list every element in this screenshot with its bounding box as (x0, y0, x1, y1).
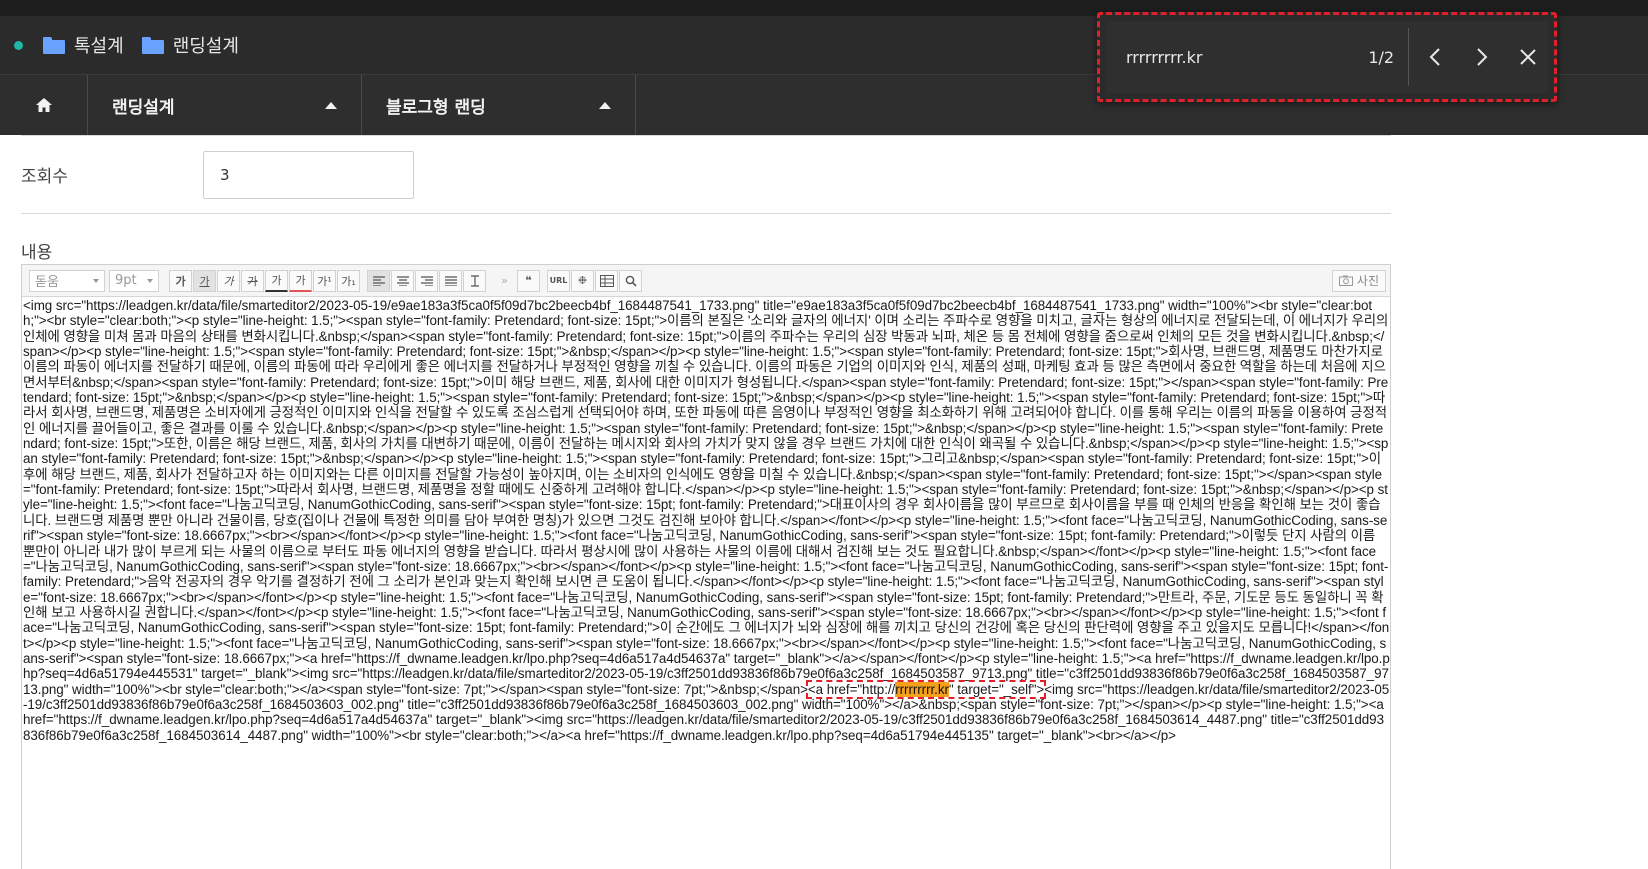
table-button[interactable] (595, 269, 618, 292)
photo-upload-button[interactable]: 사진 (1331, 269, 1386, 292)
divider (1408, 28, 1410, 86)
align-justify-icon (444, 275, 457, 286)
breadcrumb-label: 랜딩설계 (172, 36, 239, 57)
special-char-button[interactable]: ❉ (571, 269, 594, 292)
search-match-outline: <a href="http://rrrrrrrrr.kr" target="_s… (805, 679, 1047, 699)
line-height-button[interactable] (463, 269, 486, 292)
bold-button[interactable]: 가 (169, 269, 192, 292)
table-icon (599, 274, 614, 287)
home-icon (35, 98, 52, 112)
caret-up-icon (325, 101, 337, 109)
search-icon (625, 275, 637, 287)
find-close-button[interactable] (1508, 35, 1548, 79)
background-color-button[interactable]: 가 (289, 269, 312, 292)
find-in-page-bar: rrrrrrrrr.kr 1/2 (1097, 12, 1557, 102)
strikethrough-button[interactable]: 가 (241, 269, 264, 292)
align-justify-button[interactable] (439, 269, 462, 292)
dropdown-arrow-icon (93, 278, 99, 283)
font-size-value: 9pt (115, 273, 137, 288)
line-height-icon (470, 274, 479, 287)
chevron-right-icon (1476, 48, 1487, 66)
menu-dropdown-blog-landing[interactable]: 블로그형 랜딩 (362, 75, 636, 135)
breadcrumb-item-tok-design[interactable]: 톡설계 (43, 32, 124, 58)
subscript-button[interactable]: 가₁ (337, 269, 360, 292)
views-label: 조회수 (21, 167, 68, 187)
photo-label: 사진 (1356, 274, 1379, 288)
folder-icon (43, 36, 65, 54)
dropdown-arrow-icon (147, 278, 153, 283)
more-icon[interactable]: » (493, 270, 516, 292)
breadcrumb-label: 톡설계 (74, 36, 124, 57)
home-button[interactable] (0, 75, 88, 135)
font-size-select[interactable]: 9pt (109, 269, 159, 292)
source-text: <img src="https://leadgen.kr/data/file/s… (23, 298, 1392, 697)
italic-button[interactable]: 가 (217, 269, 240, 292)
align-left-icon (372, 275, 385, 286)
editor-toolbar: 돋움 9pt 가 가 가 가 가 가 가¹ 가₁ » ❝ URL ❉ 사진 (22, 265, 1390, 297)
search-match-highlight: rrrrrrrrr.kr (895, 681, 949, 697)
camera-icon (1338, 275, 1353, 286)
font-family-value: 돋움 (35, 275, 59, 290)
find-next-button[interactable] (1461, 35, 1501, 79)
font-family-select[interactable]: 돋움 (29, 269, 105, 292)
breadcrumb-item-landing-design[interactable]: 랜딩설계 (141, 32, 239, 58)
find-replace-button[interactable] (619, 269, 642, 292)
content-label: 내용 (21, 243, 53, 263)
editor-source-area[interactable]: <img src="https://leadgen.kr/data/file/s… (22, 297, 1390, 743)
html-editor: 돋움 9pt 가 가 가 가 가 가 가¹ 가₁ » ❝ URL ❉ 사진 <i… (21, 264, 1391, 869)
align-left-button[interactable] (367, 269, 390, 292)
views-input[interactable]: 3 (203, 150, 414, 199)
dropdown-label: 랜딩설계 (112, 97, 175, 118)
source-text: " target="_self"> (948, 681, 1045, 697)
align-right-icon (420, 275, 433, 286)
chevron-left-icon (1429, 48, 1440, 66)
find-input[interactable]: rrrrrrrrr.kr (1106, 48, 1328, 67)
align-center-icon (396, 275, 409, 286)
find-previous-button[interactable] (1415, 35, 1455, 79)
dropdown-label: 블로그형 랜딩 (386, 97, 486, 118)
caret-up-icon (599, 101, 611, 109)
align-right-button[interactable] (415, 269, 438, 292)
form-content: 조회수 3 내용 (21, 135, 1391, 263)
quote-button[interactable]: ❝ (517, 269, 540, 292)
superscript-button[interactable]: 가¹ (313, 269, 336, 292)
close-icon (1520, 49, 1536, 65)
find-match-count: 1/2 (1368, 47, 1395, 67)
url-button[interactable]: URL (547, 269, 570, 292)
folder-icon (141, 36, 164, 54)
align-center-button[interactable] (391, 269, 414, 292)
source-text: <a href="http:// (807, 681, 896, 697)
menu-dropdown-landing-design[interactable]: 랜딩설계 (88, 75, 362, 135)
views-row: 조회수 3 (21, 136, 1391, 214)
text-color-button[interactable]: 가 (265, 269, 288, 292)
status-dot (14, 40, 23, 50)
underline-button[interactable]: 가 (193, 269, 216, 292)
